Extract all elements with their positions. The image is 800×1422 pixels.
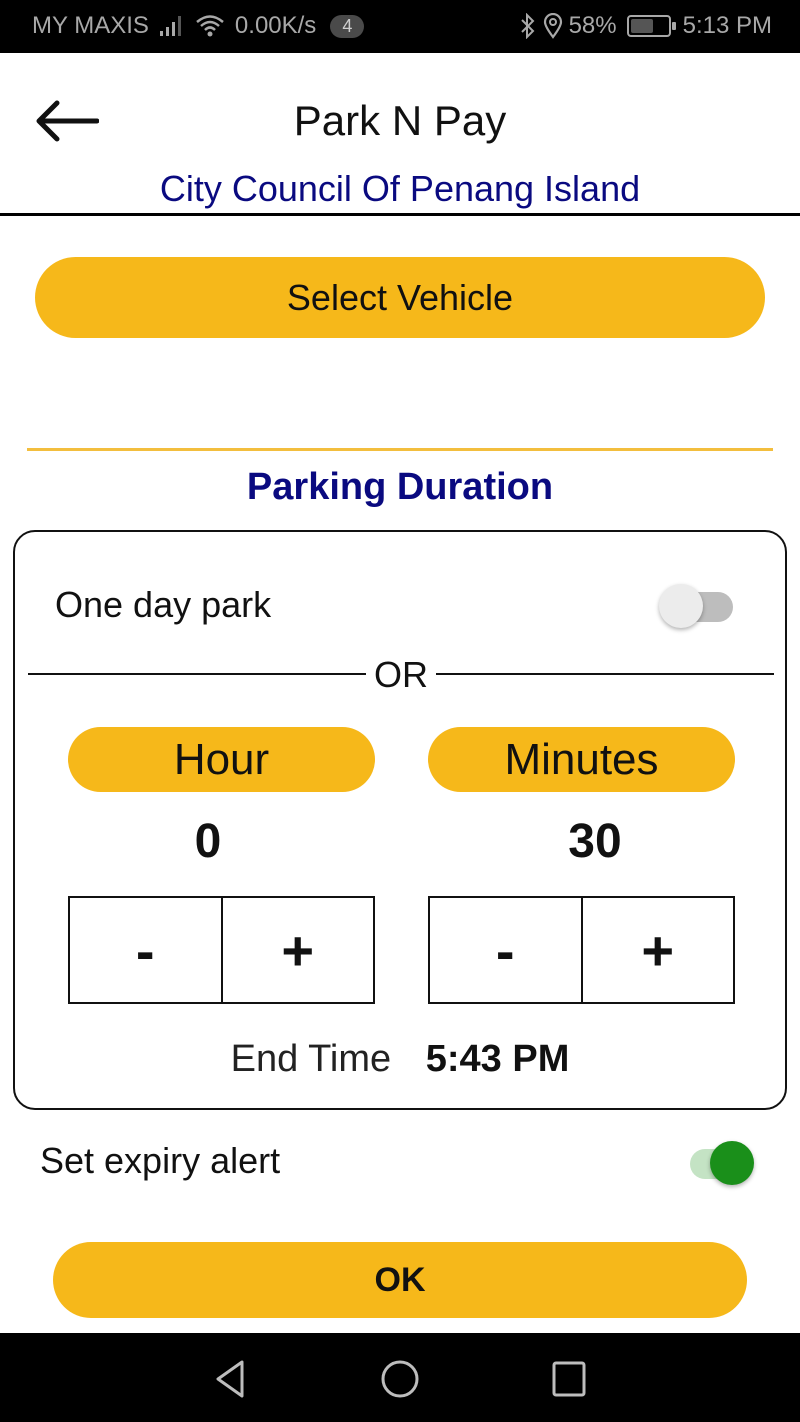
nav-recents-button[interactable] xyxy=(545,1355,593,1403)
wifi-icon xyxy=(195,14,225,38)
page-title: Park N Pay xyxy=(293,97,507,144)
carrier-name: MY MAXIS xyxy=(32,12,149,39)
select-vehicle-button[interactable]: Select Vehicle xyxy=(35,257,765,338)
hour-label-pill: Hour xyxy=(68,727,375,792)
minutes-label-pill: Minutes xyxy=(428,727,735,792)
or-label: OR xyxy=(374,654,428,695)
or-line-right xyxy=(436,673,774,675)
hour-increment-button[interactable]: + xyxy=(220,898,373,1002)
minutes-stepper: - + xyxy=(428,896,735,1004)
expiry-alert-toggle[interactable] xyxy=(676,1140,756,1186)
nav-back-button[interactable] xyxy=(206,1355,254,1403)
ok-button[interactable]: OK xyxy=(53,1242,747,1318)
nav-home-button[interactable] xyxy=(376,1355,424,1403)
end-time-value: 5:43 PM xyxy=(425,1038,570,1080)
app-header: Park N Pay City Council Of Penang Island xyxy=(0,53,800,216)
one-day-park-label: One day park xyxy=(55,584,272,625)
section-divider xyxy=(27,448,773,451)
hour-decrement-button[interactable]: - xyxy=(70,898,221,1002)
end-time-label: End Time xyxy=(230,1038,392,1080)
nav-back-icon xyxy=(216,1360,244,1398)
or-line-left xyxy=(28,673,366,675)
location-icon xyxy=(543,13,563,39)
one-day-park-toggle[interactable] xyxy=(657,583,737,629)
network-speed: 0.00K/s xyxy=(234,12,317,39)
expiry-alert-label: Set expiry alert xyxy=(40,1140,281,1181)
status-bar: MY MAXIS 0.00K/s 4 58% 5:13 PM xyxy=(0,0,800,53)
minutes-increment-button[interactable]: + xyxy=(580,898,733,1002)
parking-duration-title: Parking Duration xyxy=(246,466,554,508)
clock: 5:13 PM xyxy=(682,12,772,39)
system-nav-bar xyxy=(0,1333,800,1422)
hour-value: 0 xyxy=(194,815,222,868)
nav-home-icon xyxy=(381,1360,419,1398)
status-bar-right: 58% 5:13 PM xyxy=(519,12,772,40)
notification-count-badge: 4 xyxy=(330,14,365,38)
minutes-value: 30 xyxy=(568,815,622,868)
toggle-thumb xyxy=(659,584,703,628)
minutes-decrement-button[interactable]: - xyxy=(430,898,581,1002)
status-bar-left: MY MAXIS 0.00K/s 4 xyxy=(32,12,365,40)
end-time-row: End Time 5:43 PM xyxy=(15,1038,785,1081)
signal-icon xyxy=(159,15,185,37)
nav-recents-icon xyxy=(552,1361,586,1397)
hour-stepper: - + xyxy=(68,896,375,1004)
page-subtitle: City Council Of Penang Island xyxy=(159,168,641,209)
battery-percent: 58% xyxy=(568,12,617,39)
toggle-thumb xyxy=(710,1141,754,1185)
battery-icon xyxy=(626,15,676,37)
bluetooth-icon xyxy=(519,13,537,39)
or-separator: OR xyxy=(28,654,774,695)
parking-duration-card: One day park OR Hour Minutes 0 30 - + - … xyxy=(13,530,787,1110)
